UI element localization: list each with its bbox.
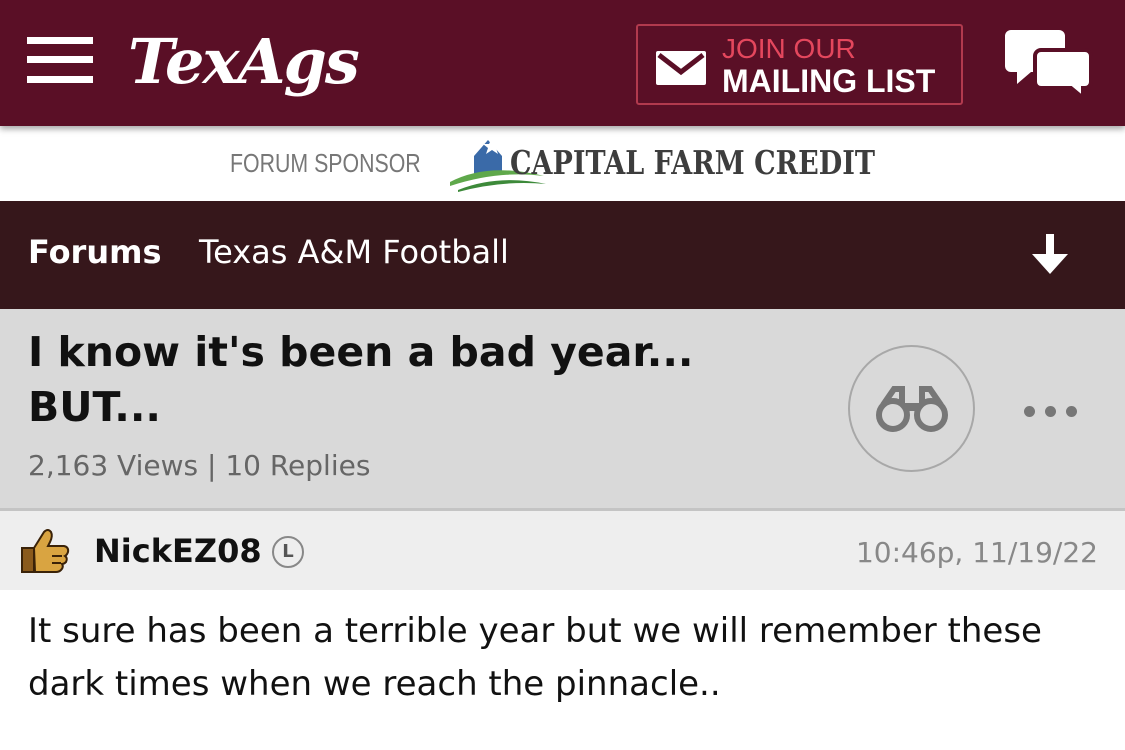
post-timestamp: 10:46p, 11/19/22 bbox=[855, 536, 1098, 569]
mail-icon bbox=[656, 51, 706, 85]
watch-thread-button[interactable] bbox=[848, 345, 975, 472]
more-icon[interactable] bbox=[1024, 402, 1080, 420]
thread-title: I know it's been a bad year... BUT... bbox=[28, 328, 694, 431]
menu-icon[interactable] bbox=[27, 37, 93, 83]
thread-stats: 2,163 Views | 10 Replies bbox=[28, 449, 371, 482]
post-body: It sure has been a terrible year but we … bbox=[28, 611, 1042, 704]
mailing-list-label-top: JOIN OUR bbox=[722, 33, 856, 64]
chat-bubbles-icon[interactable] bbox=[1005, 28, 1093, 96]
sponsor-label: FORUM SPONSOR bbox=[230, 148, 421, 178]
top-bar: TexAgs JOIN OUR MAILING LIST bbox=[0, 0, 1125, 126]
site-logo[interactable]: TexAgs bbox=[128, 22, 360, 102]
forum-nav-bar bbox=[0, 201, 1125, 309]
arrow-down-icon[interactable] bbox=[1030, 234, 1070, 276]
sponsor-name: CAPITAL FARM CREDIT bbox=[510, 143, 876, 182]
avatar-thumbs-up-icon[interactable] bbox=[18, 526, 70, 576]
user-badge: L bbox=[272, 536, 304, 568]
binoculars-icon bbox=[876, 386, 948, 432]
mailing-list-label-bottom: MAILING LIST bbox=[722, 63, 936, 99]
breadcrumb-forums[interactable]: Forums bbox=[28, 232, 162, 272]
breadcrumb-board[interactable]: Texas A&M Football bbox=[199, 232, 509, 272]
join-mailing-list-button[interactable]: JOIN OUR MAILING LIST bbox=[636, 24, 963, 105]
post-username[interactable]: NickEZ08 bbox=[94, 531, 262, 571]
